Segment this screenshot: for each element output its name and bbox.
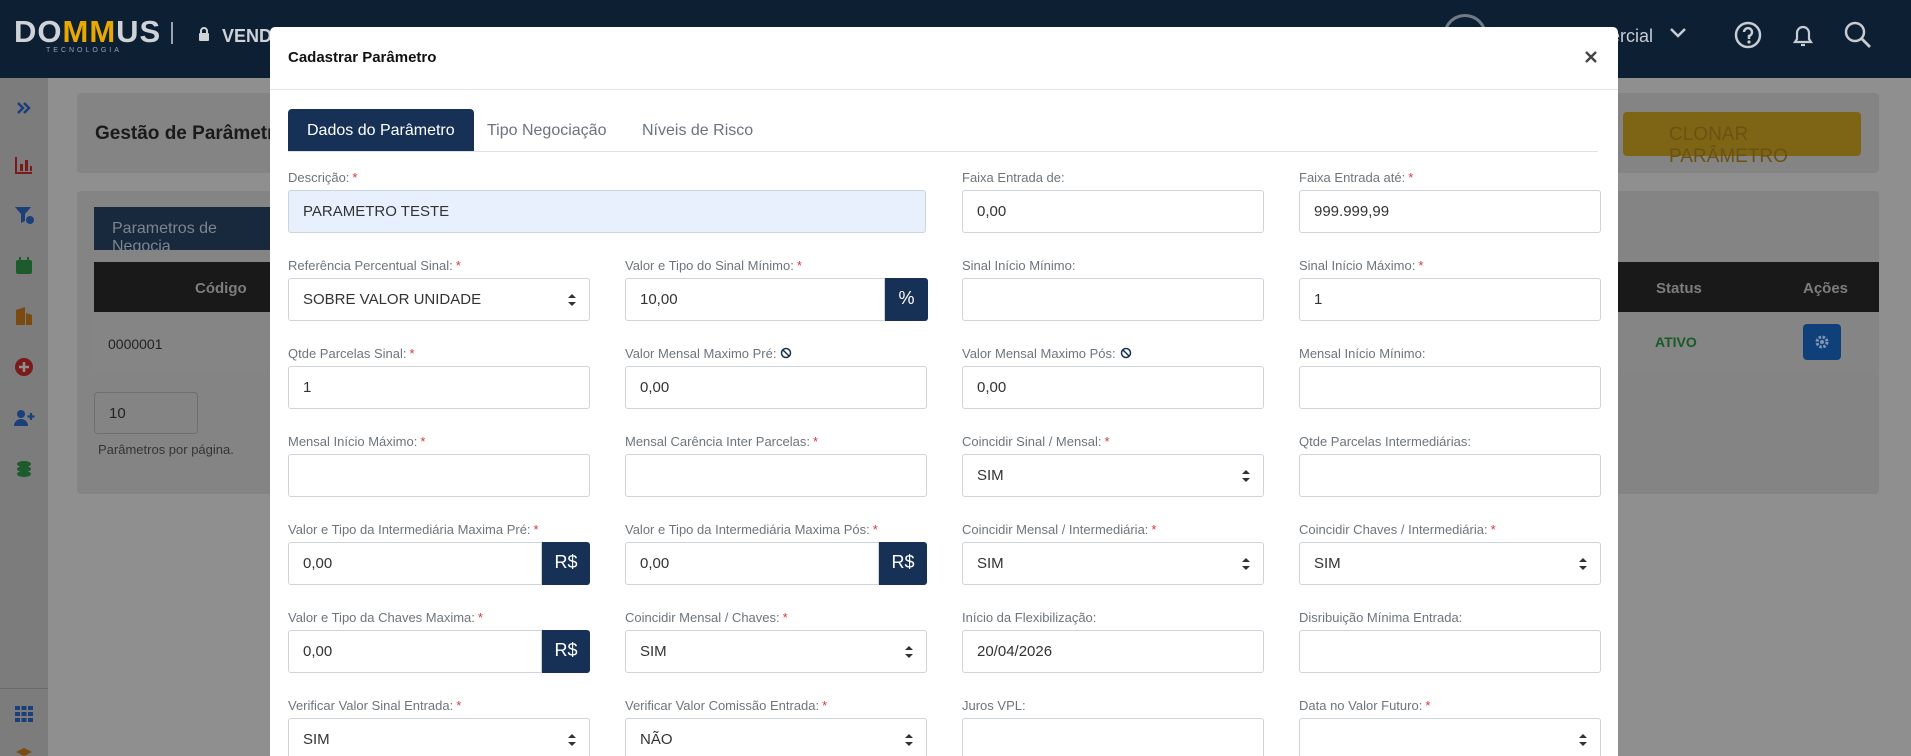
column-header-acoes: Ações xyxy=(1803,280,1849,297)
chart-bar-icon[interactable] xyxy=(13,154,35,176)
modal-title: Cadastrar Parâmetro xyxy=(288,49,437,66)
juros-vpl-input[interactable] xyxy=(962,718,1264,756)
chevron-down-icon[interactable] xyxy=(1668,25,1688,41)
help-icon[interactable] xyxy=(1733,20,1763,50)
per-page-label: Parâmetros por página. xyxy=(98,442,234,457)
percent-addon: % xyxy=(885,278,928,321)
currency-addon: R$ xyxy=(542,542,590,585)
tab-parametros-negociacao[interactable]: Parametros de Negocia xyxy=(94,207,274,255)
mensal-inicio-minimo-input[interactable] xyxy=(1299,366,1601,409)
plus-circle-icon[interactable] xyxy=(13,356,35,378)
select-arrows-icon xyxy=(568,294,576,306)
select-arrows-icon xyxy=(905,646,913,658)
sinal-inicio-minimo-input[interactable] xyxy=(962,278,1264,321)
dommus-logo[interactable]: DOMMUS xyxy=(14,14,161,50)
column-header-status[interactable]: Status xyxy=(1656,280,1702,297)
valor-tipo-sinal-minimo-input[interactable]: 10,00 xyxy=(625,278,885,321)
sinal-inicio-maximo-input[interactable]: 1 xyxy=(1299,278,1601,321)
tab-dados-do-parametro[interactable]: Dados do Parâmetro xyxy=(288,109,474,151)
bell-icon[interactable] xyxy=(1788,20,1818,50)
distribuicao-minima-entrada-input[interactable] xyxy=(1299,630,1601,673)
page-title: Gestão de Parâmetro xyxy=(95,123,287,144)
select-arrows-icon xyxy=(1242,558,1250,570)
inicio-flexibilizacao-input[interactable]: 20/04/2026 xyxy=(962,630,1264,673)
tabs-divider xyxy=(288,151,1598,152)
sidebar-divider xyxy=(0,688,48,689)
calendar-icon[interactable] xyxy=(13,255,35,277)
select-arrows-icon xyxy=(1579,558,1587,570)
funnel-money-icon[interactable] xyxy=(13,204,35,226)
descricao-input[interactable]: PARAMETRO TESTE xyxy=(288,190,926,233)
valor-mensal-maximo-pos-input[interactable]: 0,00 xyxy=(962,366,1264,409)
clone-parameter-button[interactable]: CLONAR PARÂMETRO xyxy=(1623,112,1861,167)
mensal-carencia-inter-parcelas-input[interactable] xyxy=(625,454,927,497)
select-arrows-icon xyxy=(1242,470,1250,482)
currency-addon: R$ xyxy=(879,542,927,585)
currency-addon: R$ xyxy=(542,630,590,673)
coins-icon[interactable] xyxy=(13,458,35,480)
logo-divider xyxy=(171,22,173,44)
building-icon[interactable] xyxy=(13,305,35,327)
search-icon[interactable] xyxy=(1843,20,1873,50)
gear-icon xyxy=(1815,335,1829,349)
row-codigo: 0000001 xyxy=(108,336,163,352)
per-page-select[interactable]: 10 xyxy=(94,392,198,434)
row-settings-button[interactable] xyxy=(1803,324,1841,360)
select-arrows-icon xyxy=(568,734,576,746)
mensal-inicio-maximo-input[interactable] xyxy=(288,454,590,497)
faixa-entrada-de-input[interactable]: 0,00 xyxy=(962,190,1264,233)
referencia-percentual-sinal-select[interactable]: SOBRE VALOR UNIDADE xyxy=(288,278,590,321)
module-name[interactable]: VEND xyxy=(222,26,272,47)
lock-icon xyxy=(199,27,209,41)
tab-tipo-negociacao[interactable]: Tipo Negociação xyxy=(487,109,606,151)
verificar-valor-comissao-entrada-select[interactable]: NÃO xyxy=(625,718,927,756)
tab-niveis-de-risco[interactable]: Níveis de Risco xyxy=(642,109,753,151)
coincidir-mensal-intermediaria-select[interactable]: SIM xyxy=(962,542,1264,585)
grid-icon[interactable] xyxy=(13,703,35,725)
qtde-parcelas-sinal-input[interactable]: 1 xyxy=(288,366,590,409)
status-badge: ATIVO xyxy=(1655,334,1697,350)
box-icon[interactable] xyxy=(13,746,35,756)
verificar-valor-sinal-entrada-select[interactable]: SIM xyxy=(288,718,590,756)
intermediaria-maxima-pos-input[interactable]: 0,00 xyxy=(625,542,879,585)
valor-mensal-maximo-pre-input[interactable]: 0,00 xyxy=(625,366,927,409)
user-plus-icon[interactable] xyxy=(13,407,35,429)
qtde-parcelas-intermediarias-input[interactable] xyxy=(1299,454,1601,497)
data-valor-futuro-select[interactable] xyxy=(1299,718,1601,756)
modal-header-divider xyxy=(270,89,1618,90)
coincidir-sinal-mensal-select[interactable]: SIM xyxy=(962,454,1264,497)
coincidir-mensal-chaves-select[interactable]: SIM xyxy=(625,630,927,673)
double-chevron-right-icon[interactable] xyxy=(13,97,35,119)
register-parameter-modal: Cadastrar Parâmetro Dados do Parâmetro T… xyxy=(270,27,1618,756)
faixa-entrada-ate-input[interactable]: 999.999,99 xyxy=(1299,190,1601,233)
ban-icon xyxy=(781,347,792,359)
select-arrows-icon xyxy=(1579,734,1587,746)
chaves-maxima-input[interactable]: 0,00 xyxy=(288,630,542,673)
close-icon[interactable] xyxy=(1583,49,1599,65)
intermediaria-maxima-pre-input[interactable]: 0,00 xyxy=(288,542,542,585)
column-header-codigo[interactable]: Código xyxy=(195,280,247,297)
select-arrows-icon xyxy=(905,734,913,746)
ban-icon xyxy=(1120,347,1131,359)
logo-tagline: TECNOLOGIA xyxy=(46,47,122,54)
coincidir-chaves-intermediaria-select[interactable]: SIM xyxy=(1299,542,1601,585)
